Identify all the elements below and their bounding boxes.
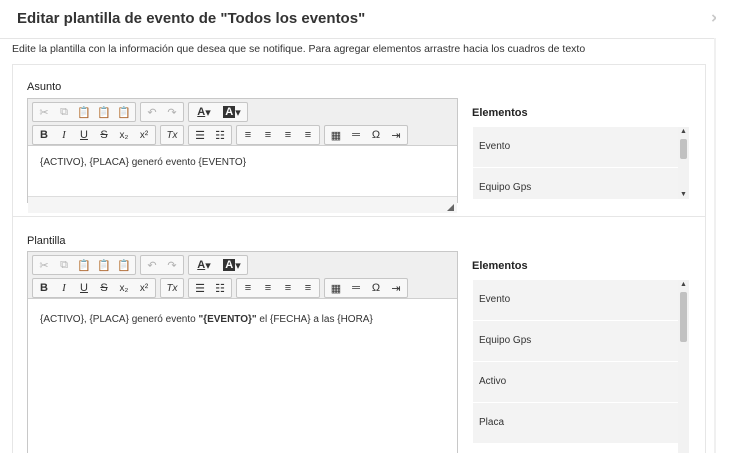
bold-button[interactable]: B [34,280,54,296]
paste-word-icon[interactable]: 📋 [114,104,134,120]
plantilla-content[interactable]: {ACTIVO}, {PLACA} generó evento "{EVENTO… [28,299,457,453]
subscript-button[interactable]: x₂ [114,280,134,296]
justify-icon[interactable]: ≡ [298,280,318,296]
special-char-button[interactable]: Ω [366,280,386,296]
redo-icon[interactable]: ↷ [162,104,182,120]
table-icon[interactable]: ▦ [326,127,346,143]
elements-title: Elementos [472,107,528,119]
plantilla-label: Plantilla [27,235,66,247]
asunto-section: Asunto ✂ ⧉ 📋 📋 📋 ↶ ↷ A ▾ A ▾ B I U S x₂ … [12,64,706,218]
align-left-icon[interactable]: ≡ [238,280,258,296]
remove-format-button[interactable]: Tx [162,280,182,296]
copy-icon[interactable]: ⧉ [54,257,74,273]
undo-icon[interactable]: ↶ [142,257,162,273]
font-color-button[interactable]: A ▾ [190,257,218,273]
align-center-icon[interactable]: ≡ [258,127,278,143]
cut-icon[interactable]: ✂ [34,257,54,273]
element-item[interactable]: Equipo Gps [473,168,678,199]
align-center-icon[interactable]: ≡ [258,280,278,296]
paste-text-icon[interactable]: 📋 [94,104,114,120]
scroll-down-icon[interactable]: ▼ [680,191,687,198]
paste-text-icon[interactable]: 📋 [94,257,114,273]
numbered-list-icon[interactable]: ☰ [190,127,210,143]
paste-word-icon[interactable]: 📋 [114,257,134,273]
copy-icon[interactable]: ⧉ [54,104,74,120]
elements-scrollbar[interactable]: ▲ [678,280,689,453]
scroll-thumb[interactable] [680,139,687,159]
paste-icon[interactable]: 📋 [74,104,94,120]
elements-title: Elementos [472,260,528,272]
indent-icon[interactable]: ⇥ [386,127,406,143]
table-icon[interactable]: ▦ [326,280,346,296]
bulleted-list-icon[interactable]: ☷ [210,127,230,143]
bold-button[interactable]: B [34,127,54,143]
italic-button[interactable]: I [54,127,74,143]
indent-icon[interactable]: ⇥ [386,280,406,296]
instructions-text: Edite la plantilla con la información qu… [12,43,586,55]
plantilla-event-var: "{EVENTO}" [198,314,257,325]
backdrop-edge [716,0,729,453]
paste-icon[interactable]: 📋 [74,257,94,273]
strike-button[interactable]: S [94,127,114,143]
cut-icon[interactable]: ✂ [34,104,54,120]
align-left-icon[interactable]: ≡ [238,127,258,143]
redo-icon[interactable]: ↷ [162,257,182,273]
align-right-icon[interactable]: ≡ [278,127,298,143]
underline-button[interactable]: U [74,127,94,143]
numbered-list-icon[interactable]: ☰ [190,280,210,296]
element-item[interactable]: Activo [473,362,678,403]
horizontal-line-icon[interactable]: ═ [346,127,366,143]
scroll-thumb[interactable] [680,292,687,342]
close-button[interactable]: × [711,10,716,27]
element-item[interactable]: Evento [473,280,678,321]
plantilla-text: {ACTIVO}, {PLACA} generó evento [40,314,199,325]
align-right-icon[interactable]: ≡ [278,280,298,296]
plantilla-section: Plantilla ✂ ⧉ 📋 📋 📋 ↶ ↷ A ▾ A ▾ B I U S … [12,216,706,453]
justify-icon[interactable]: ≡ [298,127,318,143]
bg-color-button[interactable]: A ▾ [218,257,246,273]
strike-button[interactable]: S [94,280,114,296]
horizontal-line-icon[interactable]: ═ [346,280,366,296]
asunto-content[interactable]: {ACTIVO}, {PLACA} generó evento {EVENTO} [28,146,457,196]
bg-color-button[interactable]: A ▾ [218,104,246,120]
modal-header: Editar plantilla de evento de "Todos los… [0,0,716,39]
special-char-button[interactable]: Ω [366,127,386,143]
edit-template-modal: Editar plantilla de evento de "Todos los… [0,0,716,453]
plantilla-editor: ✂ ⧉ 📋 📋 📋 ↶ ↷ A ▾ A ▾ B I U S x₂ x² Tx ☰… [27,251,458,453]
element-item[interactable]: Equipo Gps [473,321,678,362]
remove-format-button[interactable]: Tx [162,127,182,143]
asunto-editor: ✂ ⧉ 📋 📋 📋 ↶ ↷ A ▾ A ▾ B I U S x₂ x² Tx ☰… [27,98,458,213]
plantilla-toolbar: ✂ ⧉ 📋 📋 📋 ↶ ↷ A ▾ A ▾ B I U S x₂ x² Tx ☰… [28,252,457,299]
superscript-button[interactable]: x² [134,127,154,143]
scroll-up-icon[interactable]: ▲ [680,128,687,135]
font-color-button[interactable]: A ▾ [190,104,218,120]
superscript-button[interactable]: x² [134,280,154,296]
undo-icon[interactable]: ↶ [142,104,162,120]
element-item[interactable]: Evento [473,127,678,168]
subscript-button[interactable]: x₂ [114,127,134,143]
modal-scrollbar[interactable]: ▲ [714,38,716,453]
bulleted-list-icon[interactable]: ☷ [210,280,230,296]
asunto-label: Asunto [27,81,62,93]
modal-title: Editar plantilla de evento de "Todos los… [17,10,366,27]
italic-button[interactable]: I [54,280,74,296]
elements-list: Evento Equipo Gps Activo Placa ▲ [473,280,689,453]
scroll-up-icon[interactable]: ▲ [680,281,687,288]
asunto-toolbar: ✂ ⧉ 📋 📋 📋 ↶ ↷ A ▾ A ▾ B I U S x₂ x² Tx ☰… [28,99,457,146]
resize-grip-icon[interactable] [447,204,454,211]
asunto-statusbar [28,196,457,213]
elements-list: Evento Equipo Gps ▲ ▼ [473,127,689,199]
element-item[interactable]: Placa [473,403,678,444]
plantilla-text-after: el {FECHA} a las {HORA} [256,314,373,325]
underline-button[interactable]: U [74,280,94,296]
elements-scrollbar[interactable]: ▲ ▼ [678,127,689,199]
